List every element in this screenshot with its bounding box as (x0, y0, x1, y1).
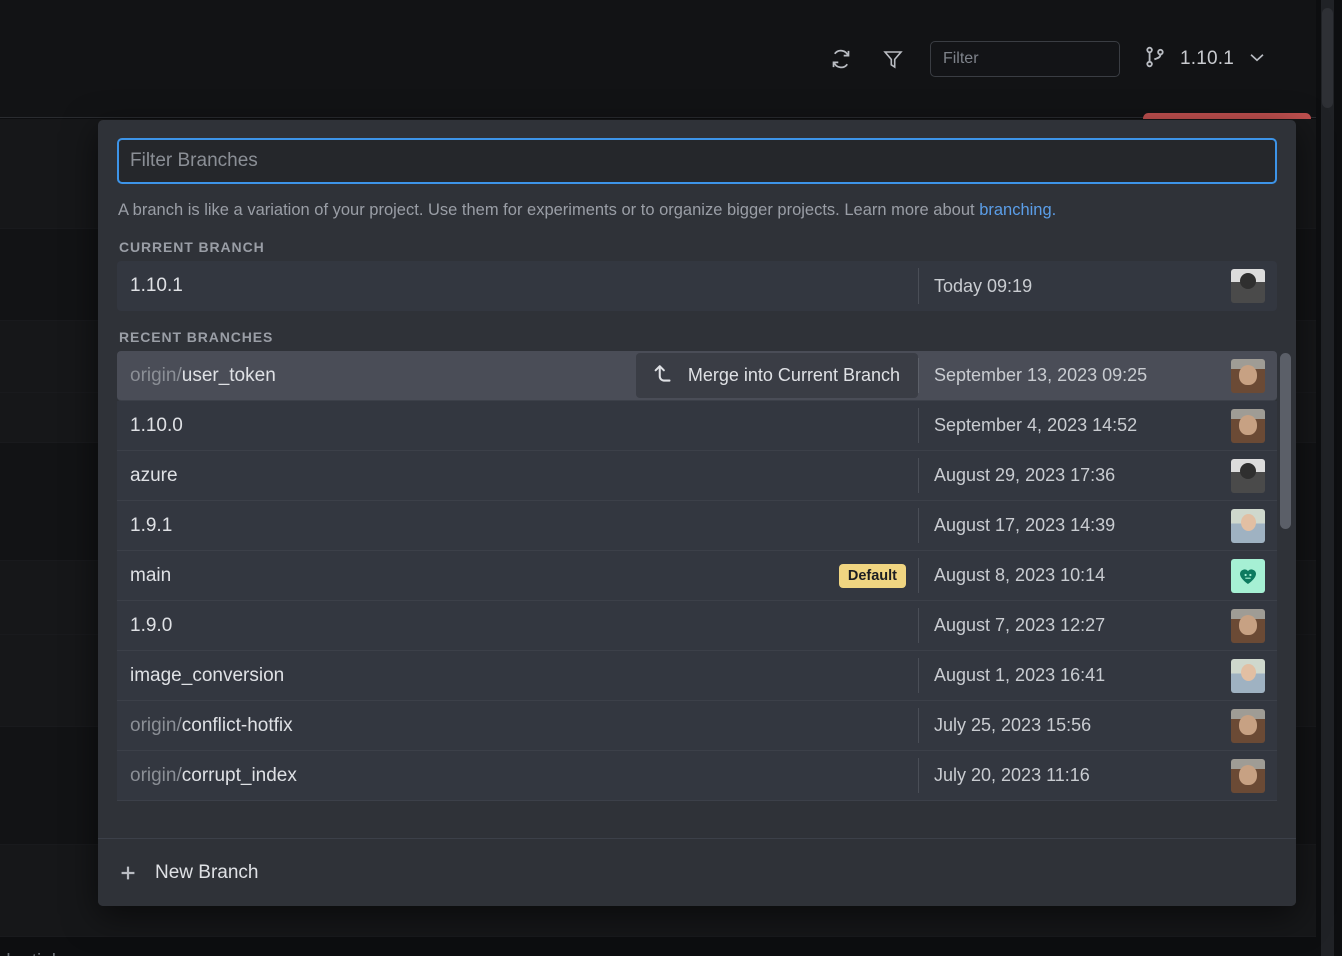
avatar (1231, 558, 1265, 593)
merge-button-label: Merge into Current Branch (687, 365, 900, 386)
avatar (1231, 758, 1265, 793)
branch-row[interactable]: 1.9.1 August 17, 2023 14:39 (117, 501, 1277, 552)
avatar (1231, 508, 1265, 543)
branch-name-label: corrupt_index (181, 764, 297, 786)
branch-name-label: 1.9.0 (130, 614, 173, 636)
current-branch-row-name: 1.10.1 (117, 261, 918, 311)
branch-row-avatar (1219, 651, 1277, 700)
avatar (1231, 269, 1265, 304)
filter-funnel-icon[interactable] (878, 44, 908, 74)
branch-name-label: main (130, 564, 172, 586)
chevron-down-icon (1246, 46, 1268, 73)
branch-name-label: 1.10.0 (130, 414, 183, 436)
branch-name-label: user_token (181, 364, 276, 386)
branch-description-text: A branch is like a variation of your pro… (118, 201, 980, 219)
branch-row-avatar (1219, 701, 1277, 750)
recent-branches-section-label: RECENT BRANCHES (119, 329, 274, 346)
current-branch-name: 1.10.1 (1179, 48, 1234, 69)
branch-row-date: August 1, 2023 16:41 (934, 665, 1106, 686)
branch-row-avatar (1219, 501, 1277, 550)
branch-list: origin/user_token Merge into Current Bran… (117, 351, 1277, 802)
background-truncated-label: dentials (0, 951, 66, 956)
refresh-icon[interactable] (826, 44, 856, 74)
avatar (1231, 408, 1265, 443)
window-scrollbar-thumb[interactable] (1322, 8, 1333, 108)
branch-row-date: August 29, 2023 17:36 (934, 465, 1116, 486)
branch-row-date: September 13, 2023 09:25 (934, 365, 1148, 386)
branch-row-avatar (1219, 451, 1277, 500)
avatar (1231, 458, 1265, 493)
window-edge (1334, 0, 1342, 956)
branch-row-name: azure (117, 451, 918, 500)
list-scrollbar-thumb[interactable] (1280, 353, 1291, 530)
branch-row-name: 1.9.0 (117, 601, 918, 650)
branch-row[interactable]: image_conversion August 1, 2023 16:41 (117, 651, 1277, 702)
current-branch-row-avatar (1219, 261, 1277, 311)
branch-row[interactable]: 1.10.0 September 4, 2023 14:52 (117, 401, 1277, 452)
branch-row-avatar (1219, 351, 1277, 400)
current-branch-row-date: Today 09:19 (934, 275, 1033, 296)
branching-link[interactable]: branching. (979, 201, 1056, 219)
branch-row[interactable]: origin/corrupt_index July 20, 2023 11:16 (117, 751, 1277, 802)
app-window: Filter 1.10.1 Filter Branches A branch i… (0, 0, 1342, 956)
branch-row[interactable]: origin/user_token Merge into Current Bran… (117, 351, 1277, 402)
branch-row-name: origin/conflict-hotfix (117, 701, 918, 750)
branch-row-name: 1.9.1 (117, 501, 918, 550)
branch-row-date: July 20, 2023 11:16 (934, 765, 1090, 786)
toolbar-filter-input[interactable]: Filter (929, 41, 1120, 77)
branch-row-date: August 17, 2023 14:39 (934, 515, 1116, 536)
branch-remote-prefix: origin/ (130, 714, 182, 736)
popover-header: A branch is like a variation of your pro… (98, 120, 1296, 261)
git-branch-icon (1142, 44, 1168, 75)
branch-list-scroll-area: origin/user_token Merge into Current Bran… (98, 351, 1296, 838)
avatar (1231, 658, 1265, 693)
branch-row-name: 1.10.0 (117, 401, 918, 450)
branch-row-avatar (1219, 551, 1277, 600)
branch-row-date: August 7, 2023 12:27 (934, 615, 1106, 636)
branch-remote-prefix: origin/ (130, 764, 182, 786)
toolbar-actions: Filter 1.10.1 (826, 0, 1290, 118)
merge-into-current-branch-button[interactable]: Merge into Current Branch (635, 353, 918, 399)
branch-remote-prefix: origin/ (130, 364, 182, 386)
merge-arrow-icon (650, 360, 676, 391)
branch-row[interactable]: 1.9.0 August 7, 2023 12:27 (117, 601, 1277, 652)
branch-row-date: September 4, 2023 14:52 (934, 415, 1138, 436)
branch-row-date: August 8, 2023 10:14 (934, 565, 1106, 586)
branch-name-label: conflict-hotfix (181, 714, 293, 736)
branch-selector-button[interactable]: 1.10.1 (1142, 44, 1268, 75)
background-toolbar: Filter 1.10.1 (0, 0, 1316, 118)
branch-row-date: July 25, 2023 15:56 (934, 715, 1092, 736)
current-branch-row-label: 1.10.1 (130, 275, 183, 297)
branch-name-label: image_conversion (130, 664, 285, 686)
branch-row-name: origin/corrupt_index (117, 751, 918, 800)
window-scrollbar-track[interactable] (1321, 0, 1334, 956)
branch-row-name: image_conversion (117, 651, 918, 700)
default-badge: Default (838, 563, 906, 588)
branch-row-avatar (1219, 751, 1277, 800)
avatar (1231, 608, 1265, 643)
new-branch-button[interactable]: New Branch (98, 838, 1296, 906)
branch-row[interactable]: main Default August 8, 2023 10:14 (117, 551, 1277, 602)
current-branch-section-label: CURRENT BRANCH (119, 239, 265, 256)
current-branch-row[interactable]: 1.10.1 Today 09:19 (117, 261, 1277, 312)
branch-name-label: azure (130, 464, 178, 486)
avatar (1231, 708, 1265, 743)
branch-name-label: 1.9.1 (130, 514, 173, 536)
branch-row[interactable]: azure August 29, 2023 17:36 (117, 451, 1277, 502)
branch-row-avatar (1219, 601, 1277, 650)
avatar (1231, 358, 1265, 393)
branch-row[interactable]: origin/conflict-hotfix July 25, 2023 15:5… (117, 701, 1277, 752)
branch-row-name: main Default (117, 551, 918, 600)
new-branch-label: New Branch (155, 861, 259, 883)
branch-description: A branch is like a variation of your pro… (118, 200, 1276, 221)
plus-icon (117, 862, 139, 884)
branch-row-avatar (1219, 401, 1277, 450)
branch-row-name: origin/user_token Merge into Current Bran… (117, 351, 918, 400)
branch-dropdown-popover: A branch is like a variation of your pro… (98, 120, 1296, 906)
filter-branches-input[interactable] (117, 138, 1277, 184)
toolbar-filter-placeholder: Filter (942, 50, 979, 67)
